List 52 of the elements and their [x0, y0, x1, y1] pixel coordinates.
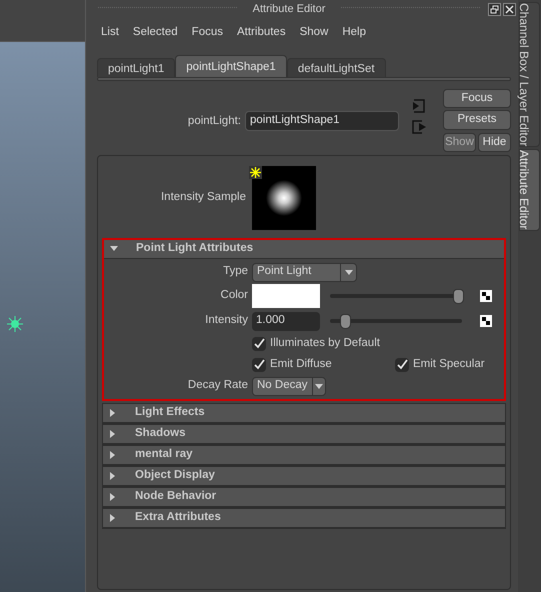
checkbox[interactable]: [252, 336, 266, 350]
checkbox-label: Emit Diffuse: [270, 356, 332, 372]
menu-item[interactable]: List: [101, 24, 119, 42]
checker-icon[interactable]: [480, 290, 492, 302]
side-tab[interactable]: Attribute Editor: [519, 149, 540, 231]
menu-item[interactable]: Show: [300, 24, 328, 42]
menu-item[interactable]: Help: [342, 24, 366, 42]
caret-icon: [344, 270, 352, 274]
window-title: Attribute Editor: [252, 2, 326, 17]
node-type-label: pointLight:: [186, 114, 242, 129]
checkbox[interactable]: [395, 358, 409, 372]
menu-item[interactable]: Selected: [132, 24, 178, 42]
slider-thumb[interactable]: [340, 314, 351, 328]
node-name-field[interactable]: pointLightShape1: [245, 111, 399, 131]
dropdown[interactable]: Point Light: [252, 262, 357, 282]
section-header[interactable]: mental ray: [103, 446, 505, 465]
attribute-label: Decay Rate: [186, 378, 249, 394]
side-tab[interactable]: Channel Box / Layer Editor: [519, 2, 540, 148]
menu-item[interactable]: Focus: [192, 24, 223, 42]
menu-item[interactable]: Attributes: [237, 24, 286, 42]
light-icon: [249, 166, 262, 179]
checkbox-label: Illuminates by Default: [270, 336, 380, 351]
number-field[interactable]: 1.000: [252, 312, 320, 330]
attribute-label: Type: [222, 264, 249, 280]
small-button[interactable]: Hide: [478, 132, 511, 152]
intensity-sample-drawing: [252, 166, 316, 230]
action-button[interactable]: Focus: [443, 89, 511, 108]
slider-thumb[interactable]: [453, 288, 464, 304]
tab[interactable]: defaultLightSet: [286, 58, 386, 77]
dropdown[interactable]: No Decay: [252, 376, 326, 396]
action-button[interactable]: Presets: [443, 110, 511, 130]
attribute-label: Color: [220, 288, 249, 304]
section-header[interactable]: Light Effects: [103, 404, 505, 423]
tab[interactable]: pointLightShape1: [175, 55, 287, 77]
close-icon[interactable]: [503, 2, 516, 16]
light-icon[interactable]: [7, 316, 23, 332]
caret-icon: [314, 384, 323, 388]
sample-label: Intensity Sample: [160, 190, 247, 206]
section-header[interactable]: Node Behavior: [103, 488, 505, 507]
input-arrow-icon[interactable]: [411, 99, 427, 113]
checkbox[interactable]: [252, 358, 266, 372]
section-header[interactable]: Shadows: [103, 425, 505, 444]
checkbox-label: Emit Specular: [413, 356, 485, 372]
section-header[interactable]: Object Display: [103, 467, 505, 486]
viewport[interactable]: [0, 42, 85, 592]
color-swatch[interactable]: [252, 284, 320, 308]
restore-icon[interactable]: [488, 2, 502, 16]
section-header[interactable]: Point Light Attributes: [104, 240, 504, 259]
checker-icon[interactable]: [480, 315, 492, 327]
tab[interactable]: pointLight1: [97, 58, 176, 77]
attribute-label: Intensity: [204, 313, 249, 328]
section-header[interactable]: Extra Attributes: [103, 509, 505, 528]
